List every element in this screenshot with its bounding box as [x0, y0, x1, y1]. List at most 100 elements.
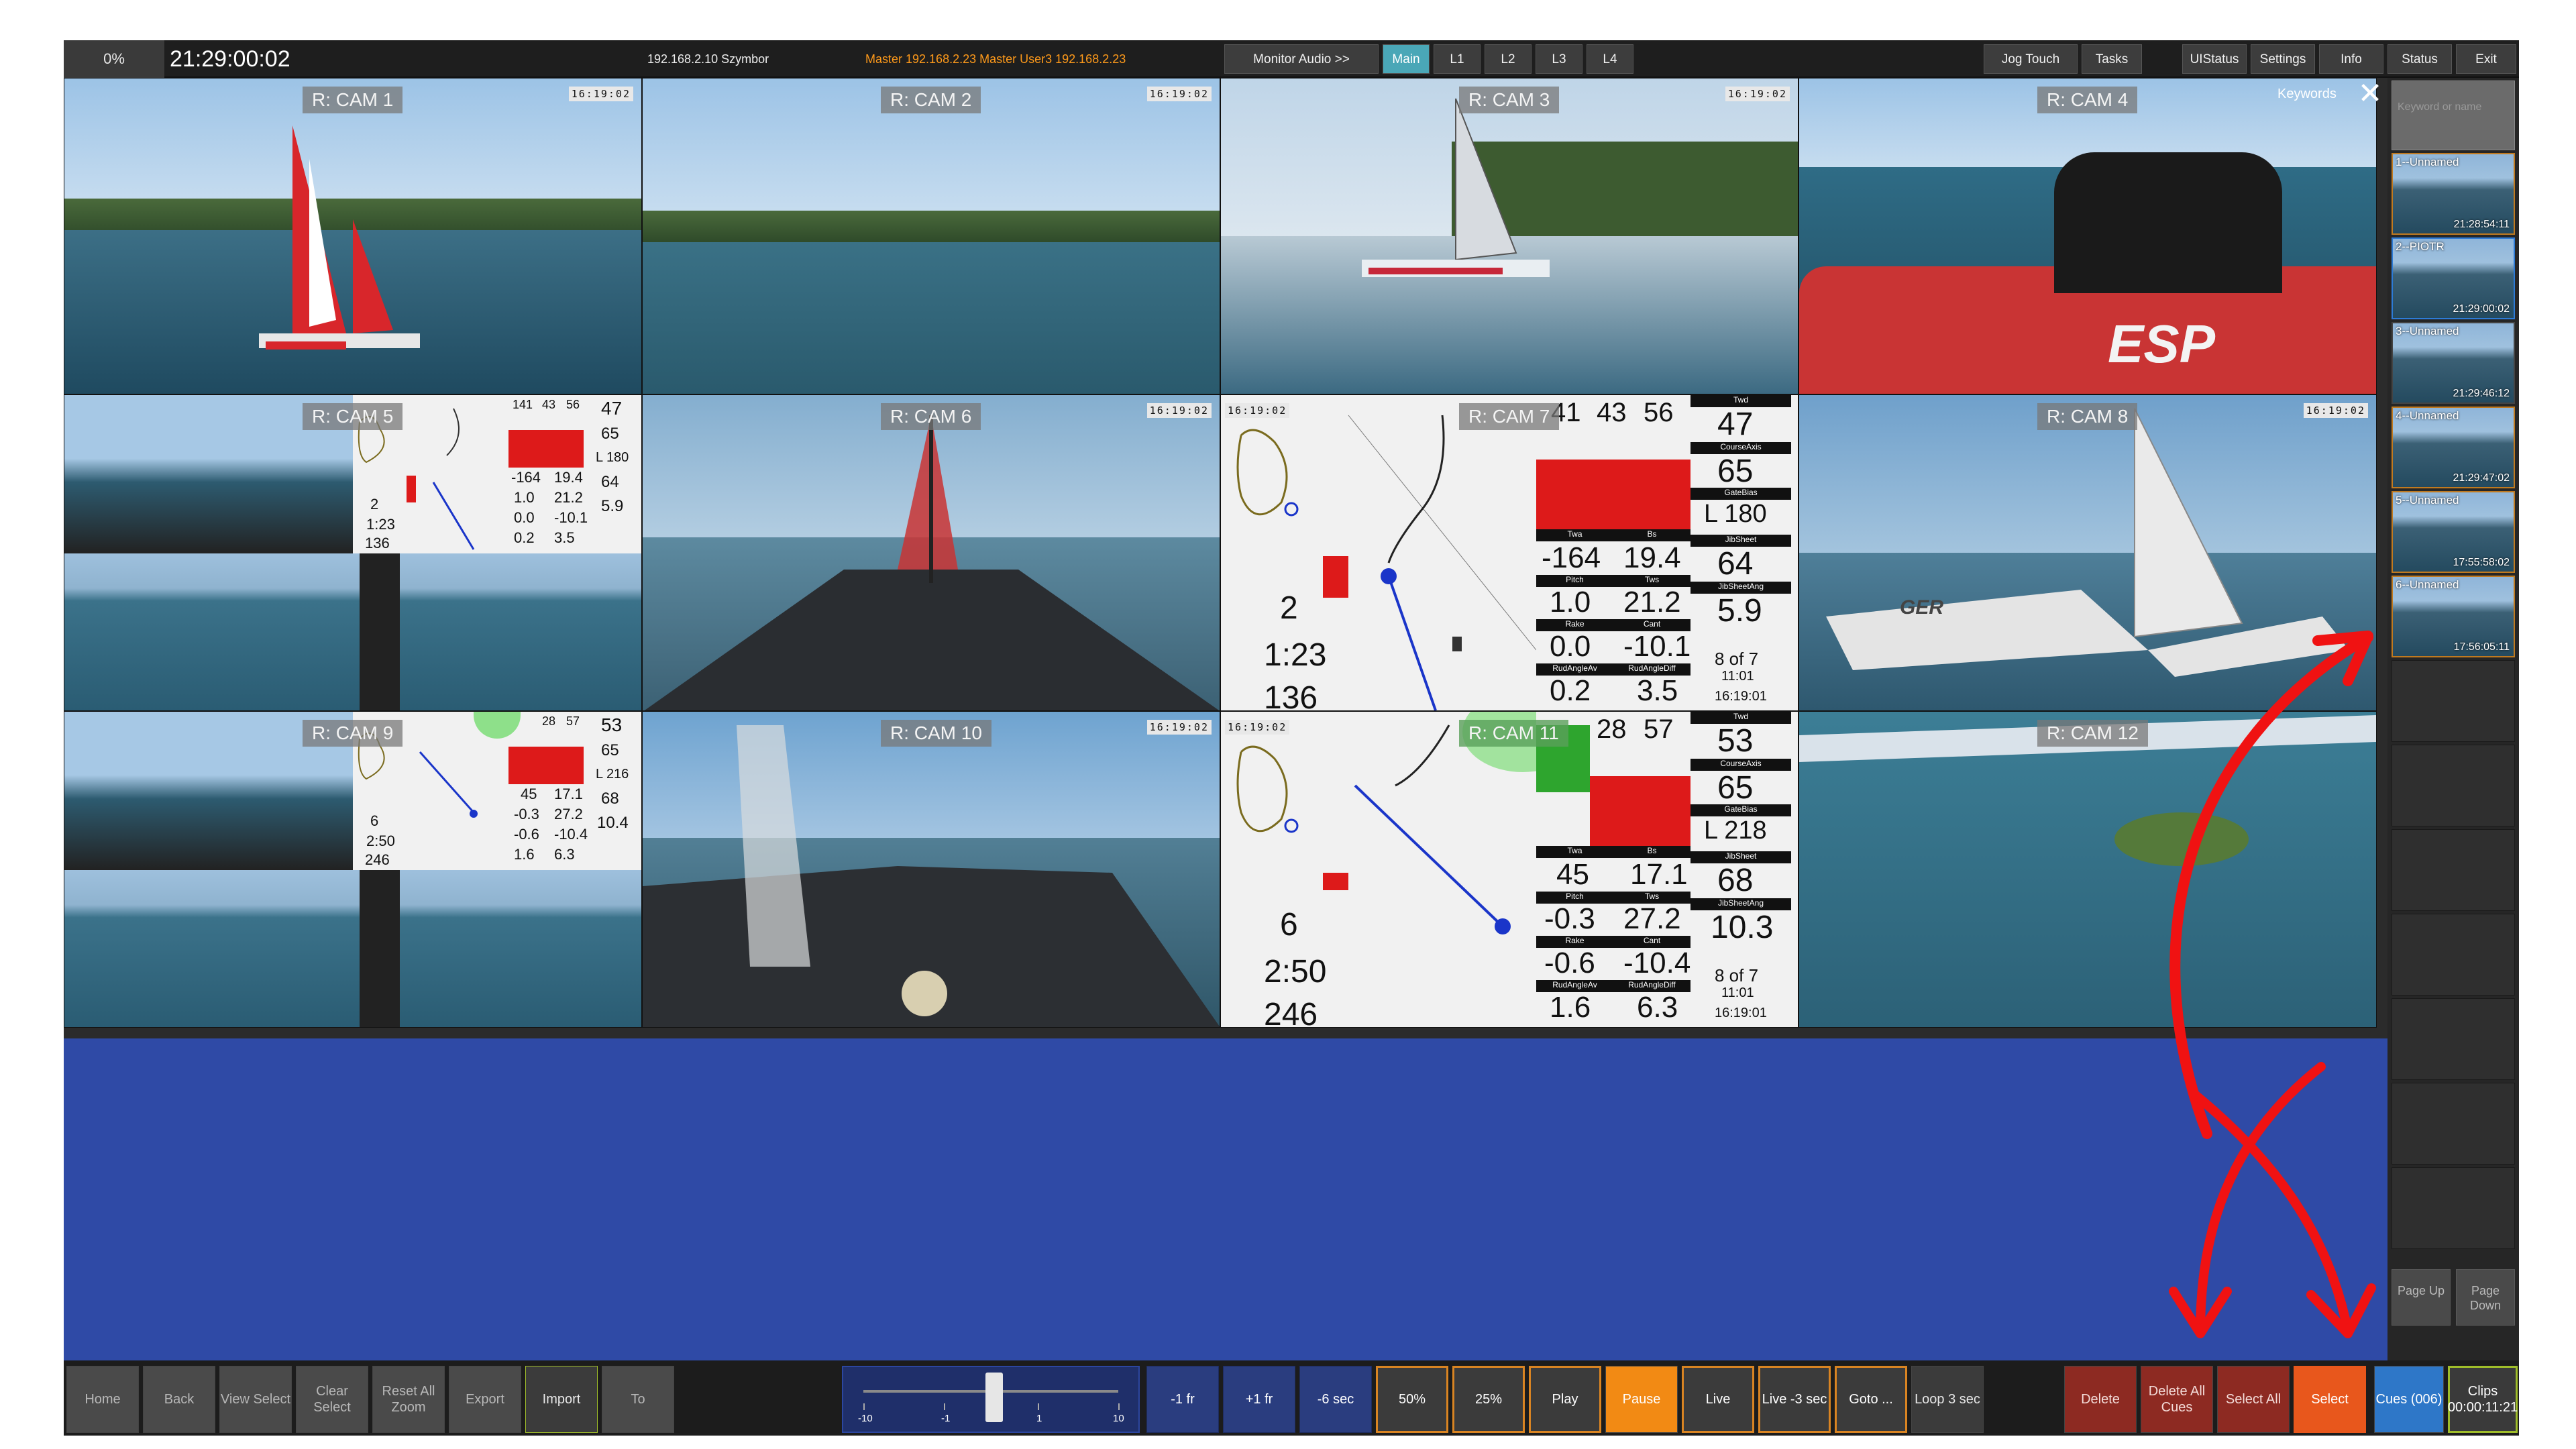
camera-view-11[interactable]: 6 2:50 246 28 57 Twd 53 CourseAxis 65 Ga…: [1220, 711, 1799, 1028]
loop-3-sec-button[interactable]: Loop 3 sec: [1911, 1366, 1984, 1433]
empty-cue-slot[interactable]: [2392, 1083, 2515, 1165]
telemetry-value: 64: [601, 473, 619, 491]
info-button[interactable]: Info: [2319, 44, 2383, 74]
empty-cue-slot[interactable]: [2392, 660, 2515, 742]
speed-25-button[interactable]: 25%: [1452, 1366, 1525, 1433]
telemetry-caption: Twa: [1536, 846, 1613, 858]
empty-cue-slot[interactable]: [2392, 745, 2515, 826]
empty-cue-slot[interactable]: [2392, 829, 2515, 911]
keyword-search-input[interactable]: Keyword or name: [2392, 80, 2515, 150]
camera-view-5[interactable]: 141 43 56 47 65 L 180 64 5.9 -164 19.4 1…: [64, 394, 642, 711]
camera-label: R: CAM 5: [303, 403, 403, 430]
cue-item[interactable]: 6--Unnamed 17:56:05:11: [2392, 576, 2515, 657]
monitor-audio-button[interactable]: Monitor Audio >>: [1224, 44, 1379, 74]
delete-button[interactable]: Delete: [2064, 1366, 2137, 1433]
play-button[interactable]: Play: [1529, 1366, 1601, 1433]
camera-view-2[interactable]: R: CAM 2 16:19:02: [642, 78, 1220, 394]
export-button[interactable]: Export: [449, 1366, 521, 1433]
telemetry-value: 6: [1280, 907, 1298, 943]
empty-cue-slot[interactable]: [2392, 998, 2515, 1080]
camera-view-7[interactable]: 2 1:23 136 41 43 56 Twd 47 CourseAxis 65…: [1220, 394, 1799, 711]
camera-view-4[interactable]: ESP R: CAM 4: [1799, 78, 2377, 394]
page-down-button[interactable]: Page Down: [2456, 1269, 2515, 1326]
master-info: Master 192.168.2.23 Master User3 192.168…: [865, 52, 1126, 66]
tab-l3[interactable]: L3: [1536, 44, 1582, 74]
clips-button[interactable]: Clips 00:00:11:21: [2448, 1366, 2518, 1433]
telemetry-value: -164: [1542, 541, 1601, 574]
cue-item[interactable]: 5--Unnamed 17:55:58:02: [2392, 491, 2515, 573]
telemetry-value: 246: [1264, 997, 1318, 1028]
speed-50-button[interactable]: 50%: [1376, 1366, 1448, 1433]
camera-timecode: 16:19:02: [1146, 403, 1212, 418]
camera-view-1[interactable]: R: CAM 1 16:19:02: [64, 78, 642, 394]
goto-button[interactable]: Goto ...: [1835, 1366, 1907, 1433]
telemetry-value: 6.3: [554, 846, 575, 863]
telemetry-value: 27.2: [1623, 902, 1681, 935]
telemetry-value: -0.3: [1544, 902, 1595, 935]
cue-item[interactable]: 3--Unnamed 21:29:46:12: [2392, 322, 2515, 404]
select-button[interactable]: Select: [2294, 1366, 2366, 1433]
uistatus-button[interactable]: UIStatus: [2182, 44, 2247, 74]
delete-all-cues-button[interactable]: Delete All Cues: [2141, 1366, 2213, 1433]
settings-button[interactable]: Settings: [2251, 44, 2315, 74]
camera-view-3[interactable]: R: CAM 3 16:19:02: [1220, 78, 1799, 394]
cue-item[interactable]: 4--Unnamed 21:29:47:02: [2392, 407, 2515, 488]
tab-main[interactable]: Main: [1383, 44, 1430, 74]
cues-button[interactable]: Cues (006): [2374, 1366, 2444, 1433]
camera-label: R: CAM 6: [881, 403, 981, 430]
tab-l1[interactable]: L1: [1434, 44, 1481, 74]
tasks-button[interactable]: Tasks: [2082, 44, 2142, 74]
camera-timecode: 16:19:02: [1146, 720, 1212, 735]
jog-touch-button[interactable]: Jog Touch: [1984, 44, 2078, 74]
cam-scene-water: [643, 242, 1220, 394]
jog-slider[interactable]: -10 -1 1 10: [842, 1366, 1140, 1433]
camera-view-6[interactable]: R: CAM 6 16:19:02: [642, 394, 1220, 711]
cue-item[interactable]: 2--PIOTR 21:29:00:02: [2392, 237, 2515, 319]
page-up-button[interactable]: Page Up: [2392, 1269, 2451, 1326]
camera-timecode: 16:19:02: [1725, 87, 1790, 101]
jog-tick: [1038, 1403, 1039, 1410]
tab-l2[interactable]: L2: [1485, 44, 1532, 74]
camera-view-8[interactable]: GER R: CAM 8 16:19:02: [1799, 394, 2377, 711]
telemetry-value: 10.4: [597, 814, 629, 832]
clear-select-button[interactable]: Clear Select: [296, 1366, 368, 1433]
home-button[interactable]: Home: [66, 1366, 139, 1433]
camera-view-12[interactable]: R: CAM 12: [1799, 711, 2377, 1028]
empty-cue-slot[interactable]: [2392, 914, 2515, 996]
boat-lettering: ESP: [2108, 314, 2216, 374]
telemetry-value: 65: [1717, 453, 1754, 489]
camera-timecode: 16:19:02: [1225, 720, 1290, 735]
telemetry-value: 1.6: [1550, 991, 1591, 1024]
camera-label: R: CAM 11: [1459, 720, 1568, 747]
minus-1-frame-button[interactable]: -1 fr: [1146, 1366, 1219, 1433]
live-button[interactable]: Live: [1682, 1366, 1754, 1433]
minus-6-sec-button[interactable]: -6 sec: [1299, 1366, 1372, 1433]
camera-view-9[interactable]: 28 57 53 65 L 216 68 10.4 45 17.1 -0.3 2…: [64, 711, 642, 1028]
telemetry-value: 141: [513, 398, 533, 411]
tab-l4[interactable]: L4: [1587, 44, 1633, 74]
view-select-button[interactable]: View Select: [219, 1366, 292, 1433]
telemetry-value: 27.2: [554, 806, 583, 822]
pause-button[interactable]: Pause: [1605, 1366, 1678, 1433]
telemetry-value: 8 of 7: [1715, 965, 1759, 985]
to-button[interactable]: To: [602, 1366, 674, 1433]
empty-cue-slot[interactable]: [2392, 1167, 2515, 1249]
camera-label: R: CAM 10: [881, 720, 991, 747]
telemetry-value: L 218: [1704, 816, 1767, 845]
back-button[interactable]: Back: [143, 1366, 215, 1433]
telemetry-caption: Bs: [1613, 846, 1690, 858]
telemetry-value: 65: [1717, 770, 1754, 806]
reset-all-zoom-button[interactable]: Reset All Zoom: [372, 1366, 445, 1433]
timeline-area[interactable]: [64, 1038, 2387, 1360]
import-button[interactable]: Import: [525, 1366, 598, 1433]
camera-view-10[interactable]: R: CAM 10 16:19:02: [642, 711, 1220, 1028]
cue-item[interactable]: 1--Unnamed 21:28:54:11: [2392, 153, 2515, 235]
plus-1-frame-button[interactable]: +1 fr: [1223, 1366, 1295, 1433]
camera-label: R: CAM 7: [1459, 403, 1560, 430]
jog-handle[interactable]: [985, 1373, 1003, 1422]
jog-label: 10: [1113, 1413, 1124, 1424]
live-minus-3-sec-button[interactable]: Live -3 sec: [1758, 1366, 1831, 1433]
select-all-button[interactable]: Select All: [2217, 1366, 2290, 1433]
cue-time: 21:29:46:12: [2453, 388, 2510, 399]
close-icon[interactable]: ✕: [2357, 79, 2383, 109]
